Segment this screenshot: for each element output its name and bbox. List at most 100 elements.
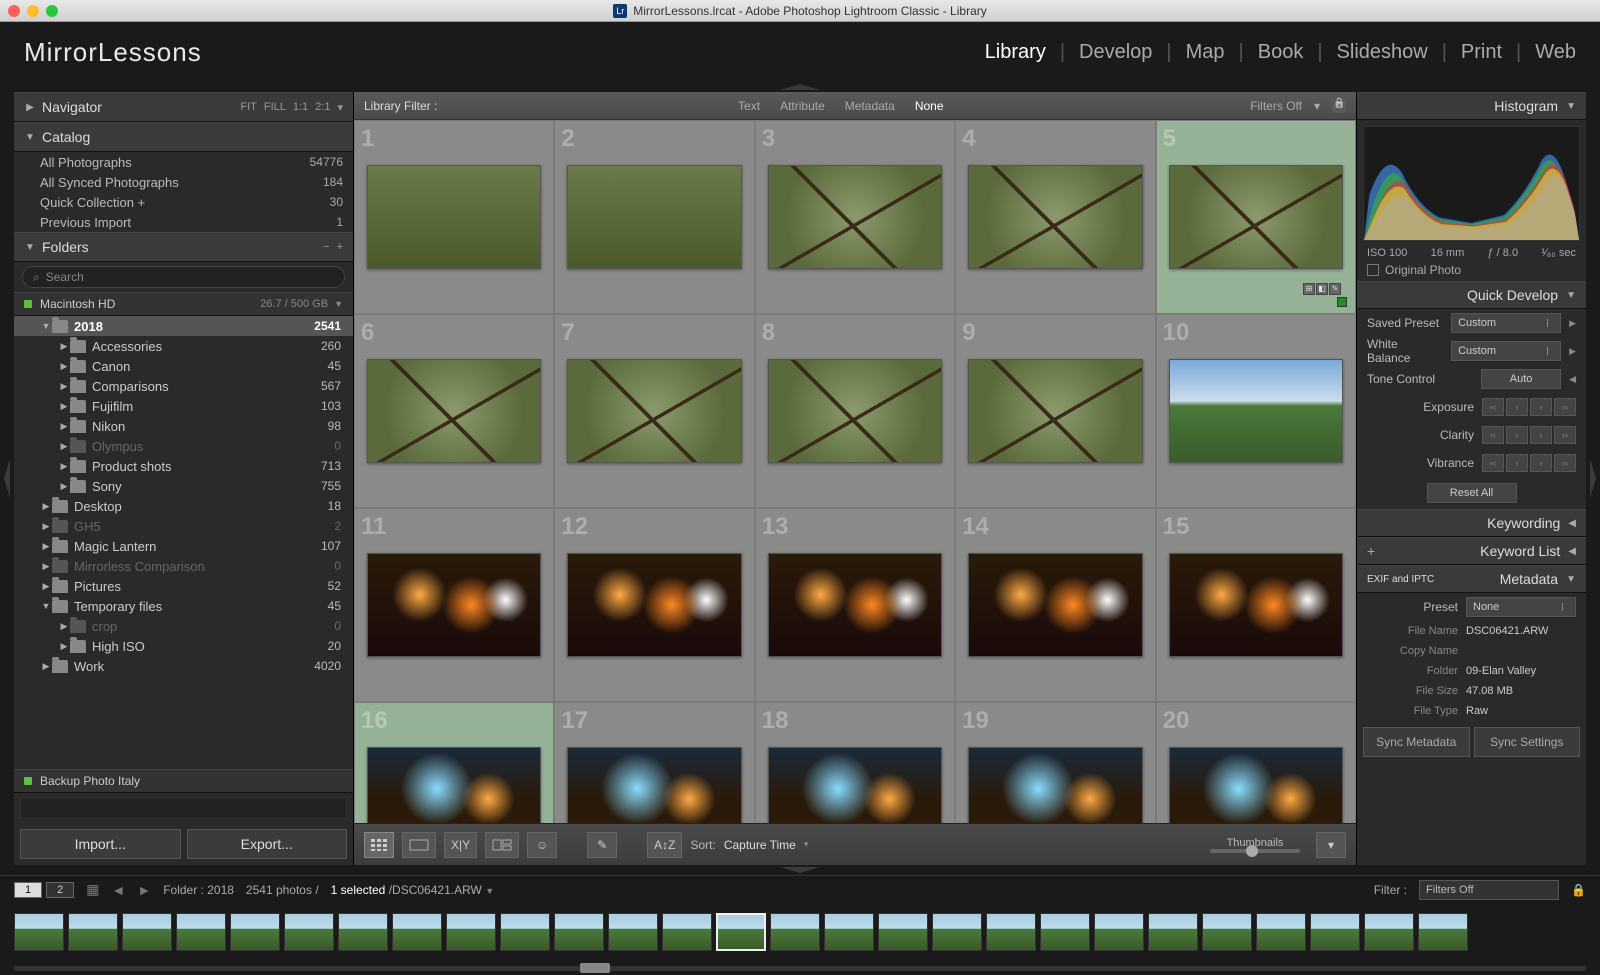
checkbox-icon[interactable]	[1367, 264, 1379, 276]
top-panel-grip[interactable]	[0, 82, 1600, 92]
folders-panel-header[interactable]: ▼ Folders − +	[14, 232, 353, 262]
grid-cell[interactable]: 11	[354, 508, 554, 702]
filmstrip-thumbnail[interactable]	[1094, 913, 1144, 951]
filmstrip-thumbnail[interactable]	[500, 913, 550, 951]
filmstrip-thumbnail[interactable]	[68, 913, 118, 951]
export-button[interactable]: Export...	[187, 829, 348, 859]
filter-lock-icon[interactable]: 🔒	[1571, 883, 1586, 897]
filmstrip-thumbnail[interactable]	[824, 913, 874, 951]
module-book[interactable]: Book	[1258, 41, 1304, 64]
grid-cell[interactable]: 15	[1156, 508, 1356, 702]
remove-folder-icon[interactable]: −	[323, 241, 329, 253]
sync-metadata-button[interactable]: Sync Metadata	[1363, 727, 1470, 757]
disclosure-icon[interactable]: ▶	[1569, 346, 1576, 357]
zoom-menu-icon[interactable]: ▾	[337, 101, 343, 114]
folder-item[interactable]: ▶Canon45	[14, 356, 353, 376]
toolbar-menu-button[interactable]: ▾	[1316, 832, 1346, 858]
filmstrip-thumbnail[interactable]	[770, 913, 820, 951]
keywording-header[interactable]: Keywording◀	[1357, 509, 1586, 537]
add-keyword-icon[interactable]: +	[1367, 543, 1375, 559]
painter-tool-button[interactable]: ✎	[587, 832, 617, 858]
zoom-2-1[interactable]: 2:1	[315, 101, 330, 113]
folder-item[interactable]: ▶Work4020	[14, 656, 353, 676]
grid-cell[interactable]: 2	[554, 120, 754, 314]
metadata-mode-select[interactable]: EXIF and IPTC	[1367, 574, 1457, 585]
folder-item[interactable]: ▶Magic Lantern107	[14, 536, 353, 556]
filmstrip-thumbnail[interactable]	[932, 913, 982, 951]
compare-view-button[interactable]: X|Y	[444, 832, 477, 858]
grid-view[interactable]: 12345⊞◧✎678910111213141516⊞◧✎17181920	[354, 120, 1356, 823]
filmstrip-thumbnail[interactable]	[554, 913, 604, 951]
catalog-item[interactable]: Previous Import1	[14, 212, 353, 232]
right-panel-grip[interactable]	[1586, 92, 1600, 865]
bottom-panel-grip[interactable]	[0, 865, 1600, 875]
filter-lock-icon[interactable]	[1332, 99, 1346, 113]
folder-item[interactable]: ▶Mirrorless Comparison0	[14, 556, 353, 576]
display-2[interactable]: 2	[46, 882, 74, 898]
folder-item[interactable]: ▶Product shots713	[14, 456, 353, 476]
people-view-button[interactable]: ☺	[527, 832, 557, 858]
folder-item[interactable]: ▶Sony755	[14, 476, 353, 496]
filmstrip-thumbnail[interactable]	[1148, 913, 1198, 951]
zoom-fill[interactable]: FILL	[264, 101, 286, 113]
filmstrip[interactable]	[0, 903, 1600, 961]
grid-cell[interactable]: 12	[554, 508, 754, 702]
grid-cell[interactable]: 16⊞◧✎	[354, 702, 554, 823]
source-menu-icon[interactable]: ▼	[485, 886, 494, 896]
filmstrip-thumbnail[interactable]	[1202, 913, 1252, 951]
metadata-preset-select[interactable]: None	[1466, 597, 1576, 617]
go-back-icon[interactable]: ◄	[111, 882, 125, 898]
grid-cell[interactable]: 20	[1156, 702, 1356, 823]
filmstrip-thumbnail[interactable]	[1418, 913, 1468, 951]
sync-settings-button[interactable]: Sync Settings	[1474, 727, 1581, 757]
folder-item[interactable]: ▶Desktop18	[14, 496, 353, 516]
filter-attribute[interactable]: Attribute	[780, 99, 825, 113]
grid-cell[interactable]: 1	[354, 120, 554, 314]
grid-cell[interactable]: 13	[755, 508, 955, 702]
auto-tone-button[interactable]: Auto	[1481, 369, 1561, 389]
thumbnail-size-slider[interactable]	[1210, 849, 1300, 853]
zoom-1-1[interactable]: 1:1	[293, 101, 308, 113]
close-window-icon[interactable]	[8, 5, 20, 17]
folder-item[interactable]: ▼20182541	[14, 316, 353, 336]
vibrance-steppers[interactable]: ‹‹‹›››	[1482, 454, 1576, 472]
sort-value[interactable]: Capture Time	[724, 838, 796, 852]
search-input[interactable]: ⌕ Search	[22, 266, 345, 288]
disclosure-icon[interactable]: ▶	[1569, 318, 1576, 329]
filmstrip-thumbnail[interactable]	[986, 913, 1036, 951]
current-folder[interactable]: Folder : 2018	[163, 883, 234, 897]
module-slideshow[interactable]: Slideshow	[1337, 41, 1428, 64]
filmstrip-thumbnail[interactable]	[230, 913, 280, 951]
quick-develop-header[interactable]: Quick Develop▼	[1357, 281, 1586, 309]
grid-cell[interactable]: 5⊞◧✎	[1156, 120, 1356, 314]
filmstrip-thumbnail[interactable]	[1310, 913, 1360, 951]
backup-volume-row[interactable]: Backup Photo Italy	[14, 769, 353, 793]
window-controls[interactable]	[8, 5, 58, 17]
folder-item[interactable]: ▶Pictures52	[14, 576, 353, 596]
grid-cell[interactable]: 18	[755, 702, 955, 823]
folder-item[interactable]: ▶Nikon98	[14, 416, 353, 436]
filmstrip-thumbnail[interactable]	[878, 913, 928, 951]
wb-select[interactable]: Custom	[1451, 341, 1561, 361]
filters-menu-icon[interactable]: ▾	[1314, 99, 1320, 113]
navigator-panel-header[interactable]: ▶ Navigator FIT FILL 1:1 2:1 ▾	[14, 92, 353, 122]
grid-cell[interactable]: 17	[554, 702, 754, 823]
left-panel-grip[interactable]	[0, 92, 14, 865]
filmstrip-thumbnail[interactable]	[392, 913, 442, 951]
filmstrip-thumbnail[interactable]	[446, 913, 496, 951]
folder-item[interactable]: ▶Comparisons567	[14, 376, 353, 396]
grid-cell[interactable]: 4	[955, 120, 1155, 314]
zoom-window-icon[interactable]	[46, 5, 58, 17]
go-forward-icon[interactable]: ►	[137, 882, 151, 898]
reset-all-button[interactable]: Reset All	[1427, 483, 1517, 503]
add-folder-icon[interactable]: +	[337, 241, 343, 253]
folder-item[interactable]: ▶crop0	[14, 616, 353, 636]
sort-menu-icon[interactable]: ▾	[804, 839, 809, 850]
histogram-display[interactable]	[1363, 126, 1580, 241]
secondary-display[interactable]: 1 2	[14, 882, 74, 898]
volume-menu-icon[interactable]: ▼	[334, 299, 343, 309]
grid-cell[interactable]: 14	[955, 508, 1155, 702]
grid-cell[interactable]: 19	[955, 702, 1155, 823]
filmstrip-thumbnail[interactable]	[338, 913, 388, 951]
preset-select[interactable]: Custom	[1451, 313, 1561, 333]
